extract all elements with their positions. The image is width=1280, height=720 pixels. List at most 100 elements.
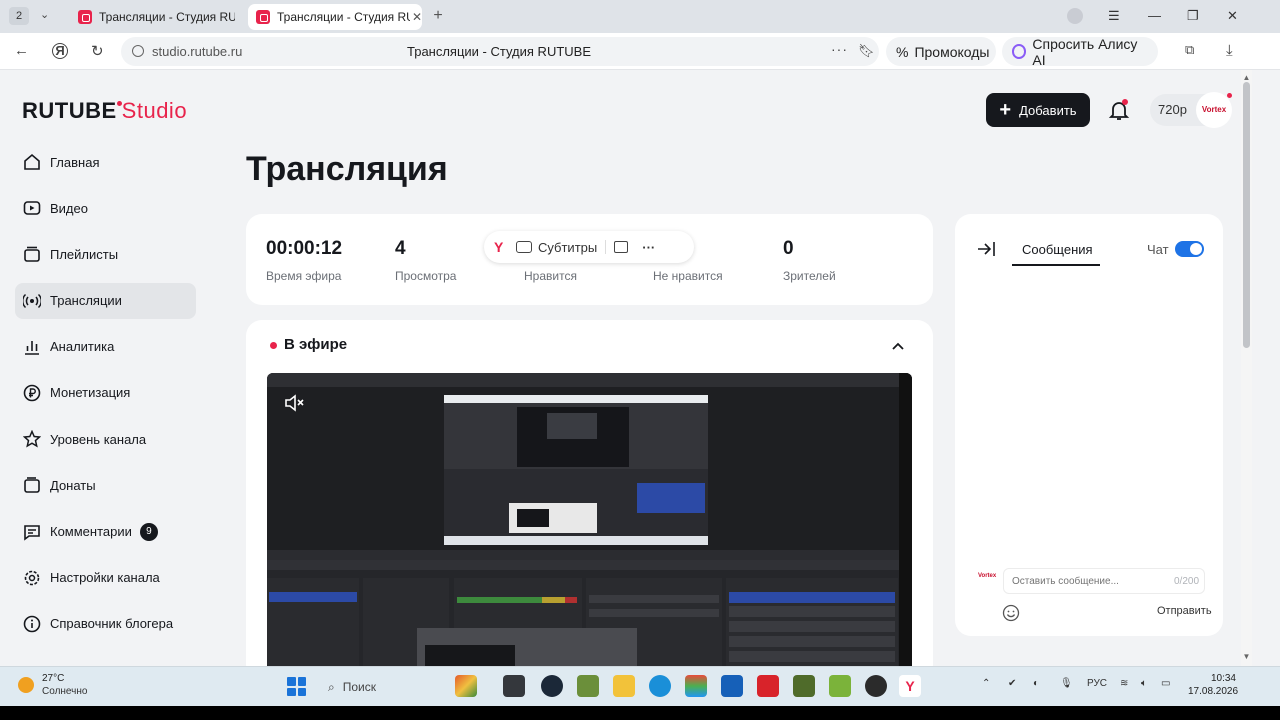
minecraft-launcher-icon[interactable] xyxy=(793,675,815,697)
folder-icon[interactable] xyxy=(613,675,635,697)
reload-icon[interactable]: ↻ xyxy=(91,42,104,60)
mute-icon[interactable] xyxy=(283,391,307,415)
stat-label: Время эфира xyxy=(266,269,342,283)
sidebar-item-channel-level[interactable]: Уровень канала xyxy=(15,421,196,457)
tray-app-icon-2[interactable]: ◐ xyxy=(1033,678,1039,689)
alice-button[interactable]: Спросить Алису AI xyxy=(1002,36,1158,68)
browser-tab-active[interactable]: Трансляции - Студия RUTUBE ✕ xyxy=(248,4,422,30)
app-icon-1[interactable] xyxy=(455,675,477,697)
chevron-down-icon[interactable]: ⌄ xyxy=(40,8,49,21)
download-icon[interactable]: ⤓ xyxy=(1226,42,1233,59)
stat-viewers: 0 Зрителей xyxy=(783,238,836,283)
rutube-studio-logo[interactable]: RUTUBE Studio xyxy=(22,98,187,124)
yandex-browser-icon[interactable]: Y xyxy=(899,675,921,697)
restore-icon[interactable]: ❐ xyxy=(1187,8,1199,24)
browser-tab[interactable]: Трансляции - Студия RUTUBE xyxy=(70,4,242,30)
live-title: В эфире xyxy=(284,336,348,353)
tray-app-icon[interactable]: ✔ xyxy=(1008,678,1016,689)
yandex-icon[interactable]: Я xyxy=(52,43,68,59)
sidebar-item-home[interactable]: Главная xyxy=(15,144,196,180)
sidebar-item-comments[interactable]: Комментарии 9 xyxy=(15,514,196,550)
send-button[interactable]: Отправить xyxy=(1157,605,1212,617)
obs-icon[interactable] xyxy=(865,675,887,697)
sidebar: Главная Видео Плейлисты Трансляции Анали… xyxy=(15,144,196,652)
windows-start-icon[interactable] xyxy=(287,677,306,696)
add-button[interactable]: + Добавить xyxy=(986,93,1090,127)
char-counter: 0/200 xyxy=(1174,576,1200,587)
site-info-icon[interactable] xyxy=(132,45,144,57)
ruble-icon xyxy=(22,383,42,403)
collapse-chat-icon[interactable] xyxy=(977,240,997,258)
minecraft-icon[interactable] xyxy=(577,675,599,697)
volume-icon[interactable]: 🔈︎ xyxy=(1141,678,1147,689)
sidebar-item-broadcasts[interactable]: Трансляции xyxy=(15,282,196,319)
battery-icon[interactable]: ▭ xyxy=(1161,678,1170,689)
chat-toggle[interactable] xyxy=(1175,241,1204,257)
menu-icon[interactable]: ☰ xyxy=(1108,8,1120,24)
close-tab-icon[interactable]: ✕ xyxy=(412,10,422,24)
minimize-icon[interactable]: — xyxy=(1148,8,1161,23)
picture-in-picture-icon[interactable] xyxy=(614,241,629,253)
promo-button[interactable]: % Промокоды xyxy=(886,37,996,66)
rutube-favicon-icon xyxy=(78,10,92,24)
notification-dot xyxy=(1122,99,1128,105)
app-icon-11[interactable] xyxy=(829,675,851,697)
tab-messages[interactable]: Сообщения xyxy=(1022,242,1093,257)
sidebar-item-monetization[interactable]: Монетизация xyxy=(15,375,196,411)
scroll-up-arrow-icon[interactable]: ▲ xyxy=(1242,73,1251,82)
rutube-favicon-icon xyxy=(256,10,270,24)
sidebar-item-video[interactable]: Видео xyxy=(15,190,196,226)
page-title: Трансляция xyxy=(246,150,448,188)
page-title-text: Трансляции - Студия RUTUBE xyxy=(407,44,591,59)
store-icon[interactable] xyxy=(721,675,743,697)
weather-temperature[interactable]: 27°C xyxy=(42,673,64,684)
omnibox[interactable]: studio.rutube.ru Трансляции - Студия RUT… xyxy=(121,37,879,66)
scrollbar-thumb[interactable] xyxy=(1243,82,1250,348)
clock[interactable]: 10:34 17.08.2026 xyxy=(1188,672,1239,698)
bookmark-icon[interactable]: 🔖︎ xyxy=(858,43,875,59)
subtitles-icon xyxy=(516,241,532,253)
close-window-icon[interactable]: ✕ xyxy=(1227,8,1238,24)
app-icon-7[interactable] xyxy=(685,675,707,697)
sidebar-item-label: Аналитика xyxy=(50,339,115,355)
tray-chevron-icon[interactable]: ⌃ xyxy=(982,678,990,689)
sun-icon[interactable] xyxy=(18,677,34,693)
sidebar-item-playlists[interactable]: Плейлисты xyxy=(15,236,196,272)
taskbar-search-label: Поиск xyxy=(342,680,376,694)
subtitles-button[interactable]: Субтитры xyxy=(538,240,597,255)
scroll-down-arrow-icon[interactable]: ▼ xyxy=(1242,652,1251,661)
clock-date: 17.08.2026 xyxy=(1188,686,1239,697)
yandex-y-icon[interactable]: Y xyxy=(494,239,516,255)
tab-count-button[interactable]: 2 xyxy=(9,7,29,25)
back-icon[interactable]: ← xyxy=(14,42,29,59)
emoji-icon[interactable] xyxy=(1002,604,1020,622)
app-icon-2[interactable] xyxy=(503,675,525,697)
avatar[interactable]: Vortex xyxy=(1196,92,1232,128)
sidebar-item-label: Монетизация xyxy=(50,385,131,401)
more-icon[interactable]: ··· xyxy=(831,41,848,57)
edge-icon[interactable] xyxy=(649,675,671,697)
language-indicator[interactable]: РУС xyxy=(1087,678,1107,689)
promo-label: Промокоды xyxy=(914,43,990,60)
stats-card: 00:00:12 Время эфира 4 Просмотра Нравитс… xyxy=(246,214,933,305)
wifi-icon[interactable]: ≋ xyxy=(1120,678,1128,689)
profile-icon[interactable] xyxy=(1067,8,1083,24)
taskbar-search[interactable]: ⌕ Поиск xyxy=(318,673,448,701)
sidebar-item-donations[interactable]: Донаты xyxy=(15,467,196,503)
alice-icon xyxy=(1012,44,1027,59)
steam-icon[interactable] xyxy=(541,675,563,697)
weather-status[interactable]: Солнечно xyxy=(42,686,87,697)
sidebar-item-analytics[interactable]: Аналитика xyxy=(15,329,196,365)
more-options-button[interactable]: ··· xyxy=(642,240,655,255)
sidebar-item-label: Видео xyxy=(50,200,88,216)
chevron-up-icon[interactable] xyxy=(890,338,906,354)
stat-label: Не нравится xyxy=(653,269,723,283)
wps-icon[interactable] xyxy=(757,675,779,697)
sidebar-item-blogger-guide[interactable]: Справочник блогера xyxy=(15,606,196,642)
new-tab-icon[interactable]: + xyxy=(429,7,447,25)
microphone-icon[interactable]: 🎙︎ xyxy=(1060,678,1073,689)
sidebar-item-channel-settings[interactable]: Настройки канала xyxy=(15,560,196,596)
extensions-icon[interactable]: ⧉ xyxy=(1185,42,1194,58)
star-icon xyxy=(22,429,42,449)
stream-preview[interactable] xyxy=(267,373,912,666)
